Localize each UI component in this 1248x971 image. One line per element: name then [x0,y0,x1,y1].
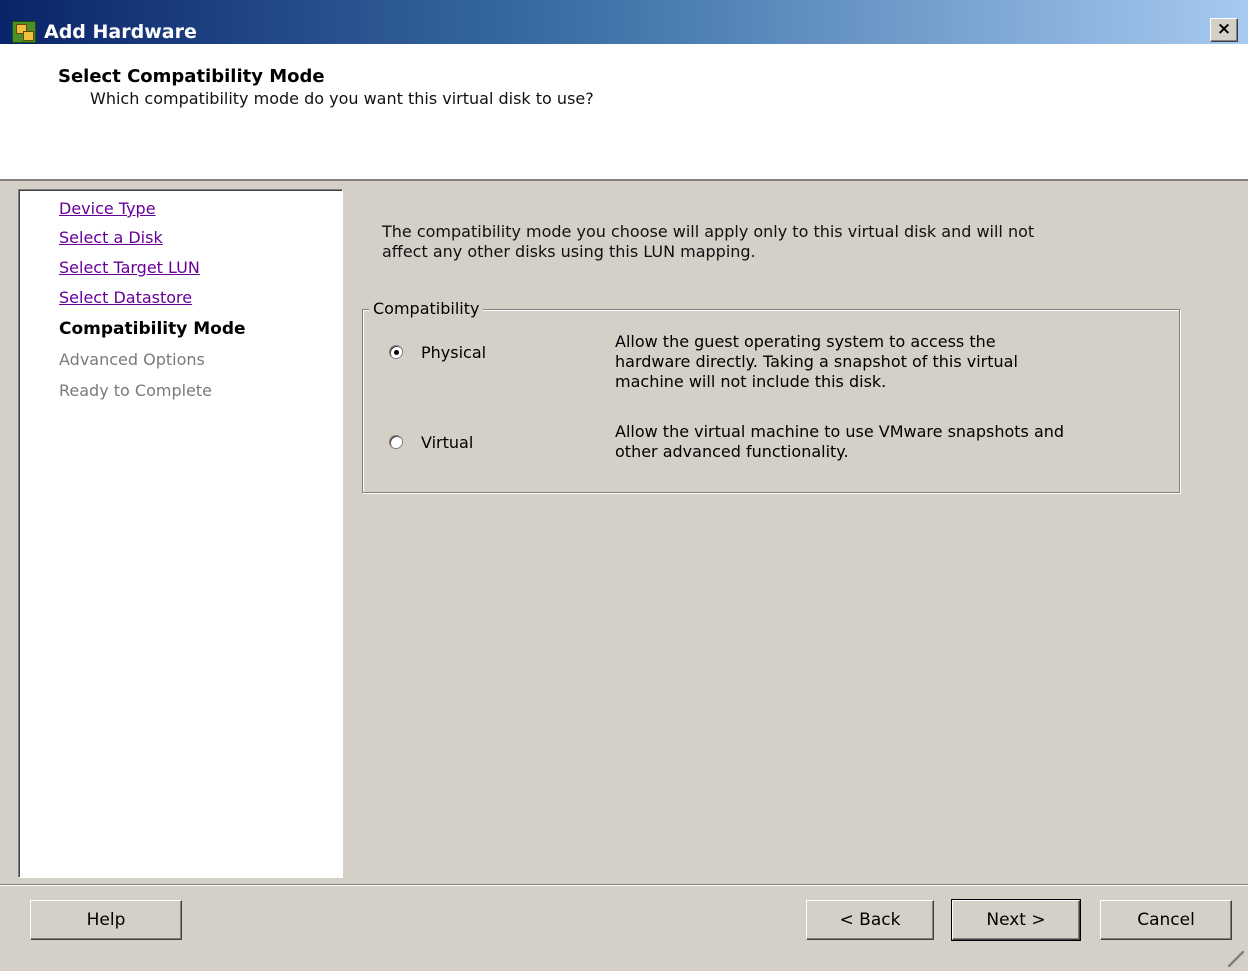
window-title: Add Hardware [44,21,197,43]
add-hardware-dialog: Add Hardware × Select Compatibility Mode… [0,0,1248,971]
physical-description: Allow the guest operating system to acce… [615,332,1175,392]
intro-text: The compatibility mode you choose will a… [382,222,1142,262]
group-label: Compatibility [369,299,484,319]
step-compatibility-mode: Compatibility Mode [59,319,246,339]
footer-separator [0,884,1248,886]
wizard-header: Select Compatibility Mode Which compatib… [0,44,1248,181]
next-button[interactable]: Next > [951,899,1081,941]
step-device-type[interactable]: Device Type [59,199,156,219]
step-advanced-options: Advanced Options [59,350,205,369]
radio-label-virtual[interactable]: Virtual [421,433,473,452]
cancel-button[interactable]: Cancel [1100,900,1232,940]
virtual-description: Allow the virtual machine to use VMware … [615,422,1175,462]
title-bar: Add Hardware × [0,0,1248,44]
page-title: Select Compatibility Mode [58,66,325,87]
description-line: Allow the guest operating system to acce… [615,332,996,351]
wizard-steps-panel: Device Type Select a Disk Select Target … [18,189,343,878]
help-button[interactable]: Help [30,900,182,940]
radio-button[interactable] [389,435,403,449]
description-line: hardware directly. Taking a snapshot of … [615,352,1018,371]
step-select-a-disk[interactable]: Select a Disk [59,228,163,248]
add-hardware-icon [12,21,36,43]
description-line: Allow the virtual machine to use VMware … [615,422,1065,441]
resize-grip[interactable] [1228,951,1244,967]
step-ready-to-complete: Ready to Complete [59,381,213,400]
compatibility-group: Compatibility Physical Allow the guest o… [362,299,1180,493]
radio-label-physical[interactable]: Physical [421,343,486,362]
description-line: machine will not include this disk. [615,372,887,391]
intro-line: affect any other disks using this LUN ma… [382,242,756,261]
step-select-target-lun[interactable]: Select Target LUN [59,258,200,278]
radio-button[interactable] [389,345,403,359]
intro-line: The compatibility mode you choose will a… [382,222,1035,241]
radio-physical[interactable]: Physical [389,341,486,363]
radio-virtual[interactable]: Virtual [389,431,473,453]
description-line: other advanced functionality. [615,442,849,461]
page-subtitle: Which compatibility mode do you want thi… [90,89,594,108]
close-button[interactable]: × [1210,18,1238,42]
step-select-datastore[interactable]: Select Datastore [59,288,192,308]
back-button[interactable]: < Back [806,900,934,940]
